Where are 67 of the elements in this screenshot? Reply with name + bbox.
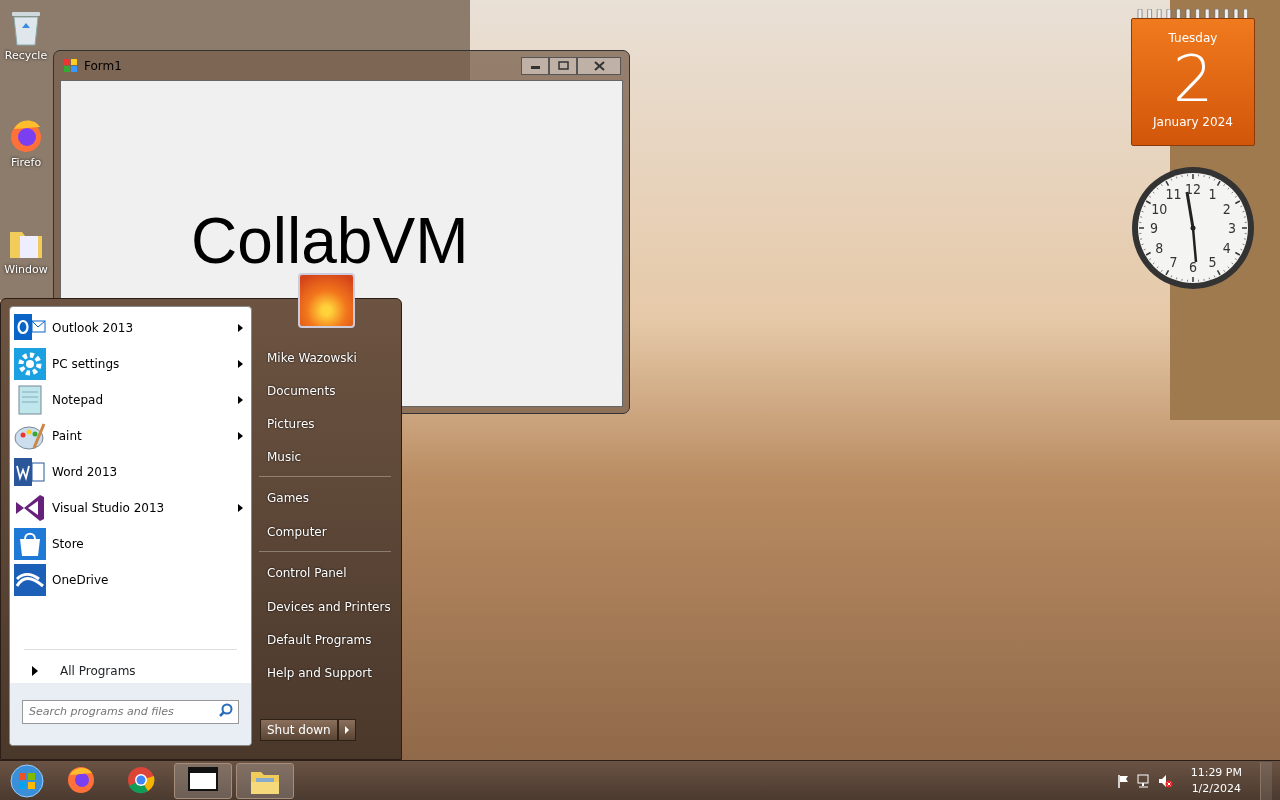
weekday-label: Tuesday (1168, 30, 1218, 47)
icon-label: Window (4, 262, 48, 278)
start-button[interactable] (10, 763, 44, 798)
clock-numeral: 12 (1185, 181, 1201, 197)
clock-numeral: 4 (1222, 239, 1231, 256)
shut-down-button[interactable]: Shut down (260, 719, 338, 741)
program-item[interactable]: PC settings (10, 346, 251, 382)
app-icon (63, 58, 78, 73)
search-icon (219, 703, 233, 717)
menu-item[interactable]: Documents (259, 374, 391, 407)
browser-icon (67, 765, 97, 796)
clock-numeral: 10 (1151, 200, 1168, 217)
minimize-button[interactable] (521, 56, 549, 75)
program-item[interactable]: Word 2013 (10, 454, 251, 490)
cloud-icon (14, 564, 46, 596)
search-field[interactable]: Search programs and files (22, 699, 239, 724)
menu-item[interactable]: Pictures (259, 407, 391, 440)
program-item[interactable]: OneDrive (10, 562, 251, 598)
submenu-arrow-icon (238, 360, 243, 368)
icon-label: Firefo (10, 155, 42, 171)
taskbar-button[interactable] (174, 762, 232, 799)
icon-label: Recycle (4, 48, 48, 64)
program-item[interactable]: Notepad (10, 382, 251, 418)
clock-numeral: 6 (1189, 259, 1197, 275)
window-title: Form1 (84, 57, 122, 75)
submenu-arrow-icon (238, 504, 243, 512)
clock-numeral: 11 (1165, 186, 1182, 203)
menu-item[interactable]: Help and Support (259, 656, 391, 689)
user-picture[interactable] (298, 273, 355, 328)
network-icon[interactable] (1136, 773, 1150, 788)
clock-numeral: 9 (1150, 220, 1158, 236)
month-year-label: January 2024 (1153, 114, 1233, 131)
clock-numeral: 3 (1228, 220, 1236, 236)
menu-item[interactable]: Computer (259, 515, 391, 548)
menu-item[interactable]: Devices and Printers (259, 590, 391, 623)
menu-item[interactable]: Control Panel (259, 551, 391, 590)
clock-numeral: 1 (1208, 186, 1217, 203)
maximize-button[interactable] (549, 56, 577, 75)
menu-item[interactable]: Games (259, 476, 391, 515)
program-item[interactable]: Visual Studio 2013 (10, 490, 251, 526)
taskbar-clock[interactable]: 11:29 PM 1/2/2024 (1180, 764, 1252, 797)
program-item[interactable]: Store (10, 526, 251, 562)
clock-numeral: 7 (1169, 253, 1178, 270)
close-button[interactable] (577, 56, 621, 75)
clock-numeral: 5 (1208, 253, 1217, 270)
clock-numeral: 8 (1155, 239, 1164, 256)
day-number: 2 (1172, 47, 1214, 111)
form-label: CollabVM (191, 209, 469, 273)
menu-item[interactable]: Default Programs (259, 623, 391, 656)
shopping-bag-icon (14, 528, 46, 560)
submenu-arrow-icon (238, 324, 243, 332)
document-app-icon (14, 456, 46, 488)
menu-item[interactable]: Music (259, 440, 391, 473)
program-item[interactable]: Outlook 2013 (10, 310, 251, 346)
maximize-icon (557, 61, 569, 70)
chrome-icon (127, 765, 157, 796)
clock-numeral: 2 (1222, 200, 1231, 217)
speaker-icon[interactable] (1157, 773, 1173, 788)
program-item[interactable]: Paint (10, 418, 251, 454)
close-icon (593, 60, 605, 71)
arrow-icon (344, 726, 349, 734)
flag-icon[interactable] (1116, 773, 1129, 788)
submenu-arrow-icon (238, 432, 243, 440)
gear-icon (14, 348, 46, 380)
expand-arrow-icon (32, 665, 38, 676)
menu-item[interactable]: Mike Wazowski (259, 341, 391, 374)
submenu-arrow-icon (238, 396, 243, 404)
